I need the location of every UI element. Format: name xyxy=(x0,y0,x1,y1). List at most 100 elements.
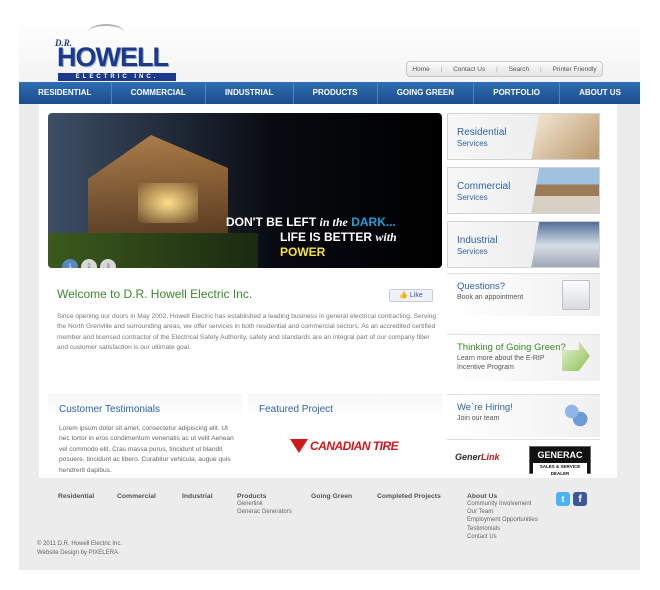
copyright-text: © 2011 D.R. Howell Electric Inc. xyxy=(37,541,123,547)
utility-separator: | xyxy=(440,65,443,73)
twitter-icon[interactable]: t xyxy=(556,492,570,506)
questions-panel[interactable]: Questions? Book an appointment xyxy=(447,273,600,316)
design-credit[interactable]: Website Design by PIXELERA xyxy=(37,549,122,558)
utility-search-link[interactable]: Search xyxy=(509,66,530,73)
nav-products[interactable]: PRODUCTS xyxy=(294,82,378,104)
service-commercial[interactable]: Commercial Services xyxy=(447,167,600,214)
slider-pagination: 1 2 3 xyxy=(62,259,116,268)
slider-dot-3[interactable]: 3 xyxy=(100,259,116,268)
header: D.R. HOWELL ELECTRIC INC. Home | Contact… xyxy=(19,18,640,82)
service-commercial-sub: Services xyxy=(457,193,488,202)
hero-caption-line1-c: DARK... xyxy=(351,215,396,229)
going-green-sub: Learn more about the E-RIP Incentive Pro… xyxy=(457,355,545,371)
commercial-photo xyxy=(531,168,599,213)
footer-link-products[interactable]: Products xyxy=(237,493,292,500)
generac-dealer-badge: SALES & SERVICE DEALER xyxy=(533,463,587,477)
green-arrow-icon xyxy=(562,341,590,371)
copyright: © 2011 D.R. Howell Electric Inc. Website… xyxy=(37,540,122,557)
utility-contact-link[interactable]: Contact Us xyxy=(453,66,485,73)
going-green-panel[interactable]: Thinking of Going Green? Learn more abou… xyxy=(447,334,600,381)
utility-printer-link[interactable]: Printer Friendly xyxy=(553,66,597,73)
logo-name: HOWELL xyxy=(57,42,169,72)
nav-industrial[interactable]: INDUSTRIAL xyxy=(206,82,294,104)
dealer-logos: GenerLink GENERAC SALES & SERVICE DEALER xyxy=(447,439,600,477)
welcome-title: Welcome to D.R. Howell Electric Inc. xyxy=(57,287,253,301)
hiring-sub: Join our team xyxy=(457,415,500,422)
utility-nav: Home | Contact Us | Search | Printer Fri… xyxy=(406,61,603,77)
generlink-logo-a: Gener xyxy=(455,452,482,462)
nav-going-green[interactable]: GOING GREEN xyxy=(378,82,475,104)
hiring-panel[interactable]: We`re Hiring! Join our team xyxy=(447,394,600,437)
service-industrial-sub: Services xyxy=(457,247,488,256)
slider-dot-1[interactable]: 1 xyxy=(62,259,78,268)
footer-link-employment[interactable]: Employment Opportunities xyxy=(467,516,538,524)
testimonials-box: Customer Testimonials Lorem ipsum dolor … xyxy=(48,394,242,474)
questions-sub: Book an appointment xyxy=(457,294,524,301)
facebook-icon[interactable]: f xyxy=(573,492,587,506)
service-residential[interactable]: Residential Services xyxy=(447,113,600,160)
utility-home-link[interactable]: Home xyxy=(412,66,429,73)
testimonials-body: Lorem ipsum dolor sit amet, consectetur … xyxy=(59,425,234,474)
footer-products-column: Products Generlink Generac Generators xyxy=(237,493,292,516)
logo-sub: ELECTRIC INC. xyxy=(58,73,176,81)
canadian-tire-wordmark: CANADIAN TIRE xyxy=(310,439,399,453)
residential-photo xyxy=(531,114,599,159)
service-residential-title: Residential xyxy=(457,127,507,138)
footer-link-community[interactable]: Community Involvement xyxy=(467,500,538,508)
service-industrial[interactable]: Industrial Services xyxy=(447,221,600,268)
generlink-logo-b: Link xyxy=(481,452,500,462)
featured-project-box: Featured Project CANADIAN TIRE xyxy=(248,394,442,474)
main-nav: RESIDENTIAL COMMERCIAL INDUSTRIAL PRODUC… xyxy=(19,82,640,104)
footer-link-generlink[interactable]: Generlink xyxy=(237,500,292,508)
like-label: Like xyxy=(409,292,423,299)
canadian-tire-logo[interactable]: CANADIAN TIRE xyxy=(290,439,399,466)
footer-link-about-us[interactable]: About Us xyxy=(467,493,538,500)
utility-separator: | xyxy=(539,65,542,73)
service-commercial-title: Commercial xyxy=(457,181,511,192)
footer-link-industrial[interactable]: Industrial xyxy=(182,493,213,500)
footer-link-residential[interactable]: Residential xyxy=(58,493,94,500)
welcome-section: Welcome to D.R. Howell Electric Inc. 👍 L… xyxy=(48,277,442,365)
page: D.R. HOWELL ELECTRIC INC. Home | Contact… xyxy=(19,18,640,570)
maple-leaf-icon xyxy=(306,458,314,466)
welcome-body: Since opening our doors in May 2002, How… xyxy=(57,313,436,352)
logo[interactable]: D.R. HOWELL ELECTRIC INC. xyxy=(55,24,179,81)
featured-title[interactable]: Featured Project xyxy=(259,404,333,415)
hero-caption-line1-b: in the xyxy=(319,215,348,229)
generlink-logo[interactable]: GenerLink xyxy=(455,452,500,462)
team-people-icon xyxy=(562,401,590,431)
nav-about-us[interactable]: ABOUT US xyxy=(560,82,640,104)
generac-wordmark: GENERAC xyxy=(537,450,583,460)
service-industrial-title: Industrial xyxy=(457,235,498,246)
footer-link-contact[interactable]: Contact Us xyxy=(467,533,538,541)
footer-link-commercial[interactable]: Commercial xyxy=(117,493,156,500)
nav-portfolio[interactable]: PORTFOLIO xyxy=(474,82,561,104)
hero-slider[interactable]: DON'T BE LEFT in the DARK... LIFE IS BET… xyxy=(48,113,442,268)
content: DON'T BE LEFT in the DARK... LIFE IS BET… xyxy=(39,104,617,478)
footer-about-column: About Us Community Involvement Our Team … xyxy=(467,493,538,541)
going-green-title: Thinking of Going Green? xyxy=(457,342,566,353)
hero-caption-line2-b: with xyxy=(375,230,397,244)
service-residential-sub: Services xyxy=(457,139,488,148)
social-links: t f xyxy=(556,492,587,506)
nav-commercial[interactable]: COMMERCIAL xyxy=(112,82,206,104)
hero-light-glow xyxy=(138,183,198,223)
facebook-like-button[interactable]: 👍 Like xyxy=(389,289,433,302)
hero-caption-line2-a: LIFE IS BETTER xyxy=(280,230,373,244)
generac-logo[interactable]: GENERAC SALES & SERVICE DEALER xyxy=(529,446,591,477)
footer-link-going-green[interactable]: Going Green xyxy=(311,493,352,500)
nav-residential[interactable]: RESIDENTIAL xyxy=(19,82,112,104)
utility-separator: | xyxy=(496,65,498,73)
slider-dot-2[interactable]: 2 xyxy=(81,259,97,268)
footer-link-testimonials[interactable]: Testimonials xyxy=(467,525,538,533)
testimonials-title[interactable]: Customer Testimonials xyxy=(59,404,160,415)
footer-link-generac[interactable]: Generac Generators xyxy=(237,508,292,516)
canadian-tire-triangle-icon xyxy=(290,439,314,466)
industrial-photo xyxy=(531,222,599,267)
hero-caption-line2-c: POWER xyxy=(280,245,326,259)
footer-link-completed-projects[interactable]: Completed Projects xyxy=(377,493,441,500)
footer: Residential Commercial Industrial Produc… xyxy=(39,484,617,570)
footer-link-our-team[interactable]: Our Team xyxy=(467,508,538,516)
hero-caption-line2: LIFE IS BETTER with POWER xyxy=(280,230,442,259)
hiring-title: We`re Hiring! xyxy=(457,402,513,413)
